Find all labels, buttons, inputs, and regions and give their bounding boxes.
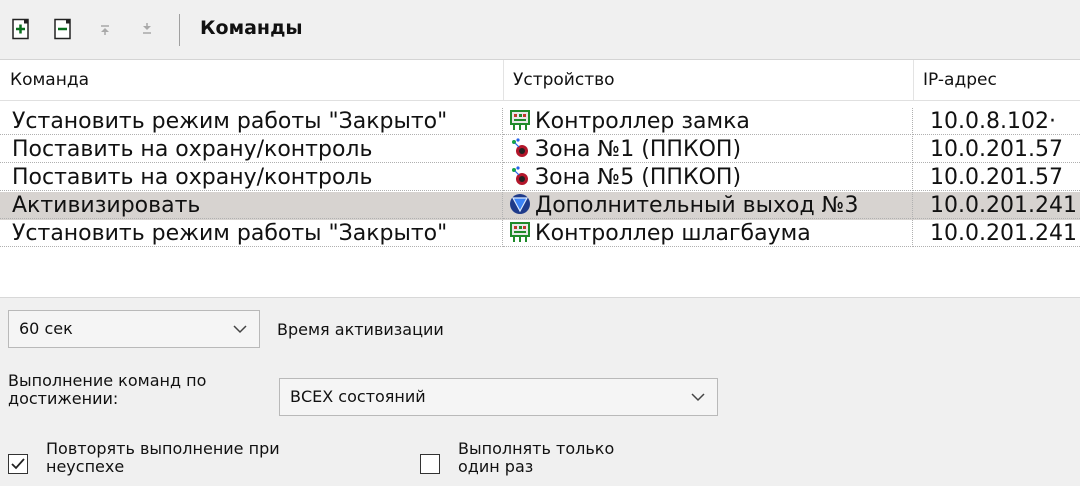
table-row-selected[interactable]: Активизировать Дополнительный выход №3 1… xyxy=(0,192,1080,220)
move-up-button[interactable] xyxy=(94,18,116,40)
device-cell: Контроллер шлагбаума xyxy=(503,220,913,247)
toolbar-separator xyxy=(179,14,180,46)
device-cell: Контроллер замка xyxy=(503,108,913,135)
repeat-label-line: неуспехе xyxy=(46,457,125,476)
execution-condition-select[interactable]: ВСЕХ состояний xyxy=(279,378,718,416)
grid-header: Команда Устройство IP-адрес xyxy=(0,60,1080,101)
remove-icon xyxy=(54,18,71,40)
execution-condition-value: ВСЕХ состояний xyxy=(290,387,426,406)
ip-cell: 10.0.201.241 xyxy=(913,220,1080,247)
device-name: Контроллер замка xyxy=(535,109,750,134)
column-header-ip[interactable]: IP-адрес xyxy=(913,60,1080,100)
execute-once-label[interactable]: Выполнять только один раз xyxy=(458,440,614,476)
add-icon xyxy=(12,18,29,40)
device-name: Дополнительный выход №3 xyxy=(535,193,859,218)
repeat-on-failure-label[interactable]: Повторять выполнение при неуспехе xyxy=(46,440,280,476)
activation-time-label: Время активизации xyxy=(277,320,444,339)
checkmark-icon xyxy=(11,458,25,470)
device-cell: Зона №1 (ППКОП) xyxy=(503,136,913,163)
repeat-on-failure-checkbox[interactable] xyxy=(8,454,28,474)
toolbar-title: Команды xyxy=(200,17,303,39)
once-label-line: один раз xyxy=(458,457,534,476)
command-cell: Поставить на охрану/контроль xyxy=(0,136,503,163)
execution-label: Выполнение команд по достижении: xyxy=(8,372,206,408)
table-row[interactable]: Установить режим работы "Закрыто" Контро… xyxy=(0,108,1080,136)
move-down-icon xyxy=(143,23,151,34)
output-triangle-icon xyxy=(509,193,531,215)
table-row[interactable]: Поставить на охрану/контроль Зона №5 (ПП… xyxy=(0,164,1080,192)
activation-time-value: 60 сек xyxy=(19,319,73,338)
column-header-device[interactable]: Устройство xyxy=(503,60,913,100)
device-name: Зона №5 (ППКОП) xyxy=(535,165,742,190)
commands-grid: Команда Устройство IP-адрес Установить р… xyxy=(0,60,1080,299)
zone-icon xyxy=(509,165,531,187)
command-cell: Установить режим работы "Закрыто" xyxy=(0,220,503,247)
chevron-down-icon xyxy=(233,325,247,334)
ip-cell: 10.0.201.57 xyxy=(913,136,1080,163)
ip-cell: 10.0.8.102· xyxy=(913,108,1080,135)
controller-icon xyxy=(509,221,531,243)
add-command-button[interactable] xyxy=(10,18,32,40)
device-name: Контроллер шлагбаума xyxy=(535,221,811,246)
command-cell: Установить режим работы "Закрыто" xyxy=(0,108,503,135)
once-label-line: Выполнять только xyxy=(458,439,615,458)
command-cell: Активизировать xyxy=(0,192,503,219)
toolbar: Команды xyxy=(0,0,1080,60)
table-row[interactable]: Поставить на охрану/контроль Зона №1 (ПП… xyxy=(0,136,1080,164)
chevron-down-icon xyxy=(691,393,705,402)
controller-icon xyxy=(509,109,531,131)
remove-command-button[interactable] xyxy=(52,18,74,40)
device-name: Зона №1 (ППКОП) xyxy=(535,137,742,162)
ip-cell: 10.0.201.241 xyxy=(913,192,1080,219)
device-cell: Зона №5 (ППКОП) xyxy=(503,164,913,191)
settings-panel: 60 сек Время активизации Выполнение кома… xyxy=(0,298,1080,486)
execution-label-line: Выполнение команд по xyxy=(8,371,207,390)
repeat-label-line: Повторять выполнение при xyxy=(46,439,280,458)
execution-label-line: достижении: xyxy=(8,389,119,408)
command-cell: Поставить на охрану/контроль xyxy=(0,164,503,191)
zone-icon xyxy=(509,137,531,159)
move-down-button[interactable] xyxy=(136,18,158,40)
ip-cell: 10.0.201.57 xyxy=(913,164,1080,191)
device-cell: Дополнительный выход №3 xyxy=(503,192,913,219)
column-header-command[interactable]: Команда xyxy=(0,60,503,100)
table-row[interactable]: Установить режим работы "Закрыто" Контро… xyxy=(0,220,1080,248)
execute-once-checkbox[interactable] xyxy=(420,454,440,474)
activation-time-select[interactable]: 60 сек xyxy=(8,310,260,348)
move-up-icon xyxy=(101,25,109,35)
